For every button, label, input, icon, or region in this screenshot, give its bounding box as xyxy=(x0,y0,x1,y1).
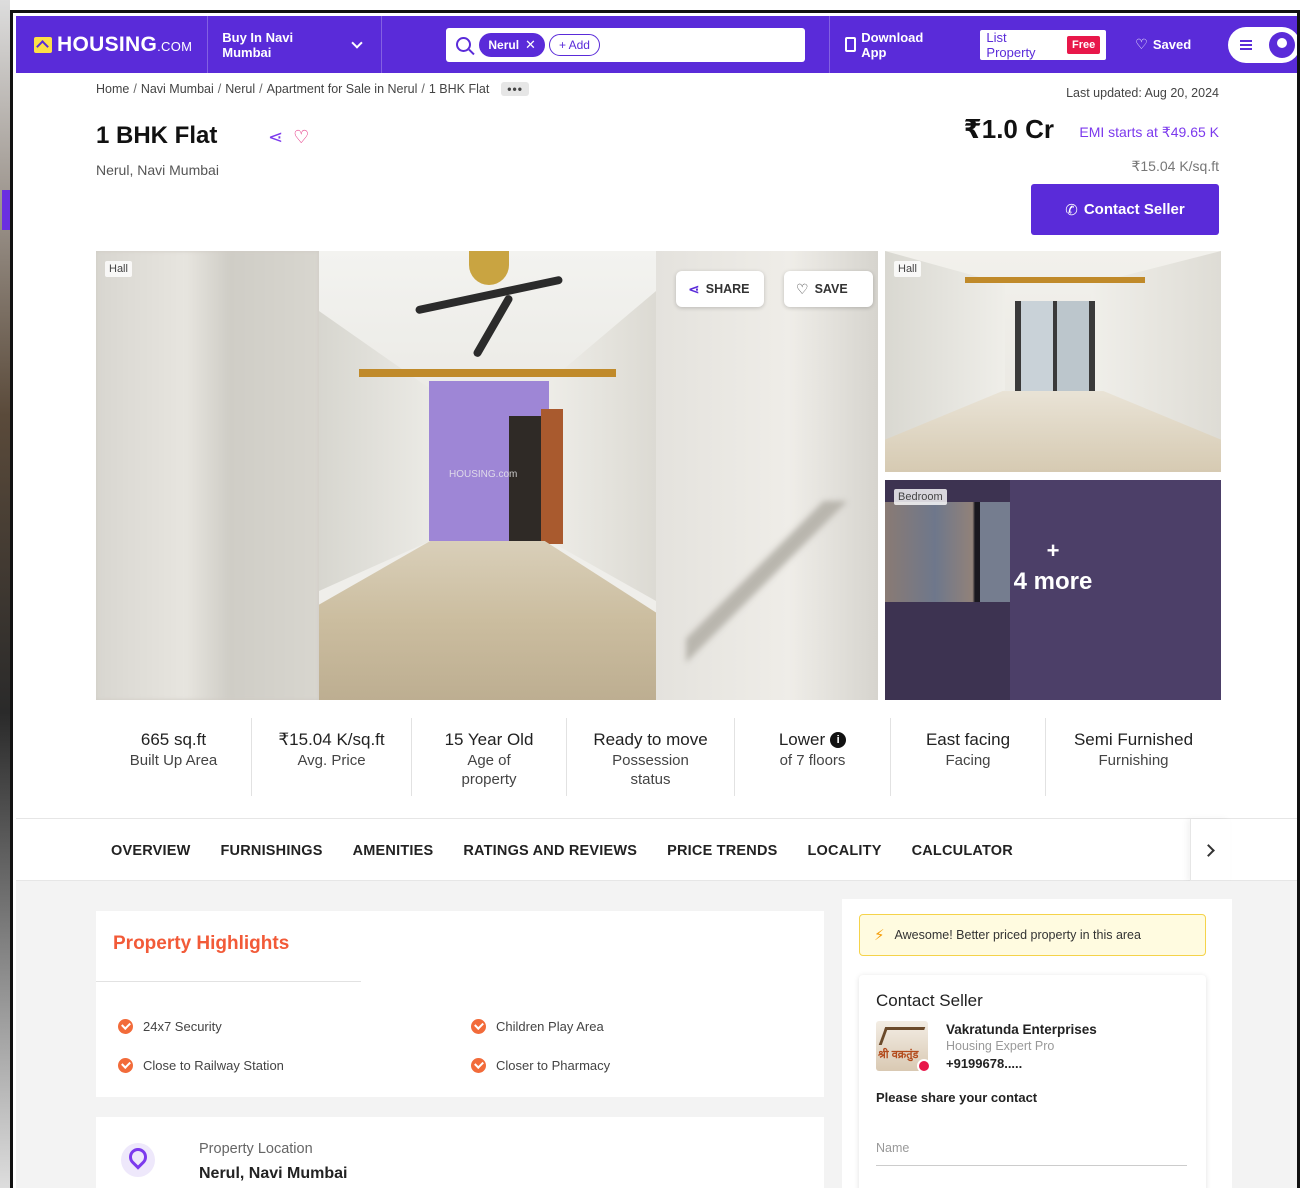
photo-tag: Bedroom xyxy=(894,489,947,505)
listing-locality: Nerul, Navi Mumbai xyxy=(96,162,219,178)
check-icon xyxy=(471,1058,486,1073)
hall-thumbnail[interactable]: Hall xyxy=(885,251,1221,472)
page-title: 1 BHK Flat xyxy=(96,122,218,149)
breadcrumb: Home / Navi Mumbai / Nerul / Apartment for … xyxy=(96,82,529,96)
stat-avg-price: ₹15.04 K/sq.ft Avg. Price xyxy=(252,718,412,796)
share-icon: ⋖ xyxy=(688,280,700,297)
locality-chip[interactable]: Nerul ✕ xyxy=(479,32,545,57)
last-updated: Last updated: Aug 20, 2024 xyxy=(1066,86,1219,100)
tab-calculator[interactable]: CALCULATOR xyxy=(912,843,1013,859)
price-per-sqft: ₹15.04 K/sq.ft xyxy=(1131,158,1219,174)
more-photos-count: 4 more xyxy=(1013,568,1093,595)
info-icon[interactable]: i xyxy=(830,732,847,748)
share-contact-prompt: Please share your contact xyxy=(876,1090,1038,1105)
stat-possession: Ready to move Possession status xyxy=(567,718,735,796)
avatar xyxy=(1269,31,1295,58)
share-button[interactable]: ⋖ SHARE xyxy=(676,271,764,307)
photo-tag: Hall xyxy=(105,261,132,277)
city-selector-label: Buy In Navi Mumbai xyxy=(222,29,294,60)
lightning-bolt-icon: ⚡ xyxy=(874,927,885,944)
favorite-heart-icon[interactable]: ♡ xyxy=(293,127,309,148)
verified-badge-icon xyxy=(917,1059,931,1073)
saved-button[interactable]: ♡ Saved xyxy=(1120,16,1206,73)
highlight-item: 24x7 Security xyxy=(118,1019,222,1034)
photo-watermark: HOUSING.com xyxy=(449,469,518,480)
highlights-title: Property Highlights xyxy=(113,933,290,954)
highlight-item: Children Play Area xyxy=(471,1019,604,1034)
stat-facing: East facing Facing xyxy=(891,718,1046,796)
heart-icon: ♡ xyxy=(1135,36,1148,52)
add-locality-button[interactable]: + Add xyxy=(548,33,600,56)
location-value: Nerul, Navi Mumbai xyxy=(199,1165,348,1182)
background-window-edge xyxy=(0,0,10,1188)
chevron-right-icon xyxy=(1202,844,1215,857)
search-icon xyxy=(456,37,472,52)
tab-locality[interactable]: LOCALITY xyxy=(807,843,881,859)
title-actions: ⋖ ♡ xyxy=(268,127,309,148)
download-app-button[interactable]: Download App xyxy=(829,16,966,73)
bedroom-thumbnail-more[interactable]: Bedroom + 4 more xyxy=(885,480,1221,700)
seller-phone: +9199678..... xyxy=(946,1056,1023,1071)
stat-furnishing: Semi Furnished Furnishing xyxy=(1073,730,1194,769)
contact-sidebar: ⚡ Awesome! Better priced property in thi… xyxy=(842,899,1232,1188)
city-selector[interactable]: Buy In Navi Mumbai xyxy=(208,16,383,73)
save-button[interactable]: ♡ SAVE xyxy=(784,271,873,307)
emi-link[interactable]: EMI starts at ₹49.65 K xyxy=(1079,124,1219,141)
home-logo-icon xyxy=(34,36,52,53)
photo-tag: Hall xyxy=(894,261,921,277)
hamburger-menu-icon xyxy=(1240,39,1253,50)
check-icon xyxy=(118,1019,133,1034)
seller-role: Housing Expert Pro xyxy=(946,1039,1055,1053)
main-photo[interactable]: HOUSING.com Hall ⋖ SHARE ♡ SAVE xyxy=(96,251,878,700)
remove-chip-icon[interactable]: ✕ xyxy=(525,37,536,53)
share-icon[interactable]: ⋖ xyxy=(268,127,283,148)
more-photos-plus: + xyxy=(1046,538,1060,563)
highlight-item: Closer to Pharmacy xyxy=(471,1058,610,1073)
housing-logo[interactable]: HOUSING.COM xyxy=(16,16,209,73)
tab-price-trends[interactable]: PRICE TRENDS xyxy=(667,843,777,859)
breadcrumb-current: 1 BHK Flat xyxy=(428,82,490,96)
tab-ratings-and-reviews[interactable]: RATINGS AND REVIEWS xyxy=(463,843,637,859)
user-menu-button[interactable] xyxy=(1228,26,1297,63)
tab-amenities[interactable]: AMENITIES xyxy=(353,843,434,859)
tab-overview[interactable]: OVERVIEW xyxy=(111,843,191,859)
check-icon xyxy=(471,1019,486,1034)
stat-built-up-area: 665 sq.ft Built Up Area xyxy=(96,718,252,796)
location-pin-icon xyxy=(121,1143,155,1177)
hall-photo: HOUSING.com xyxy=(319,251,656,700)
details-section: Property Highlights 24x7 Security Childr… xyxy=(16,881,1297,1188)
top-navbar: HOUSING.COM Buy In Navi Mumbai Nerul ✕ +… xyxy=(16,16,1297,73)
browser-viewport: HOUSING.COM Buy In Navi Mumbai Nerul ✕ +… xyxy=(10,10,1300,1188)
property-highlights-card: Property Highlights 24x7 Security Childr… xyxy=(96,911,824,1097)
property-stats: 665 sq.ft Built Up Area ₹15.04 K/sq.ft A… xyxy=(96,718,1221,796)
breadcrumb-link[interactable]: Apartment for Sale in Nerul xyxy=(267,82,418,96)
breadcrumb-link[interactable]: Navi Mumbai xyxy=(141,82,214,96)
breadcrumb-link[interactable]: Home xyxy=(96,82,129,96)
highlight-item: Close to Railway Station xyxy=(118,1058,284,1073)
search-bar[interactable]: Nerul ✕ + Add xyxy=(446,27,806,62)
tab-furnishings[interactable]: FURNISHINGS xyxy=(221,843,323,859)
free-badge: Free xyxy=(1067,35,1101,54)
contact-card-title: Contact Seller xyxy=(876,991,983,1010)
list-property-button[interactable]: List Property Free xyxy=(980,29,1107,60)
breadcrumb-more-button[interactable]: ••• xyxy=(501,82,529,96)
mobile-phone-icon xyxy=(845,37,857,52)
contact-seller-button[interactable]: ✆ Contact Seller xyxy=(1031,184,1219,235)
property-location-card: Property Location Nerul, Navi Mumbai xyxy=(96,1117,824,1188)
contact-seller-card: Contact Seller श्री वक्रतुंड Vakratunda … xyxy=(859,975,1206,1188)
phone-call-icon: ✆ xyxy=(1065,201,1078,219)
heart-icon: ♡ xyxy=(796,280,809,297)
check-icon xyxy=(118,1058,133,1073)
chevron-down-icon xyxy=(351,36,364,49)
name-field[interactable] xyxy=(876,1130,1187,1166)
location-label: Property Location xyxy=(199,1141,313,1157)
stat-floor: Lower i of 7 floors xyxy=(735,718,891,796)
listing-price: ₹1.0 Cr xyxy=(963,114,1054,144)
better-price-banner: ⚡ Awesome! Better priced property in thi… xyxy=(859,914,1206,956)
stat-age: 15 Year Old Age of property xyxy=(412,718,567,796)
breadcrumb-link[interactable]: Nerul xyxy=(225,82,255,96)
seller-name: Vakratunda Enterprises xyxy=(946,1022,1097,1037)
tabs-scroll-right-button[interactable] xyxy=(1190,819,1230,882)
section-tabs: OVERVIEW FURNISHINGS AMENITIES RATINGS A… xyxy=(16,818,1297,882)
